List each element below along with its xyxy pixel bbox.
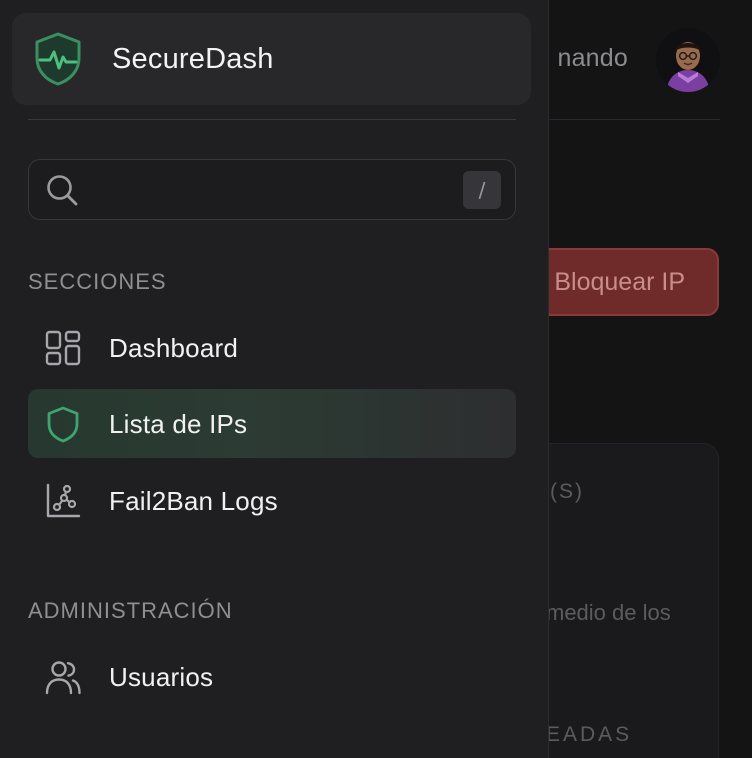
chart-logs-icon bbox=[46, 483, 81, 518]
brand-name: SecureDash bbox=[112, 43, 274, 75]
avatar-image bbox=[656, 28, 720, 92]
sidebar-item-dashboard[interactable]: Dashboard bbox=[28, 313, 516, 382]
section-title-administracion: ADMINISTRACIÓN bbox=[28, 598, 233, 623]
stats-card-label: (S) bbox=[550, 480, 584, 503]
sidebar-item-lista-de-ips[interactable]: Lista de IPs bbox=[28, 389, 516, 458]
sidebar-drawer: SecureDash / SECCIONES Dashboard Lista d… bbox=[0, 0, 549, 758]
users-icon bbox=[45, 661, 81, 695]
shield-icon bbox=[47, 406, 79, 443]
header-divider bbox=[530, 119, 720, 120]
sidebar-item-label: Fail2Ban Logs bbox=[109, 486, 278, 516]
shield-heartbeat-icon bbox=[35, 32, 81, 86]
dashboard-grid-icon bbox=[45, 330, 81, 366]
sidebar-item-label: Lista de IPs bbox=[109, 409, 248, 439]
sidebar-item-usuarios[interactable]: Usuarios bbox=[28, 642, 516, 711]
search-input[interactable] bbox=[93, 172, 473, 208]
search-box[interactable]: / bbox=[28, 159, 516, 220]
sidebar-item-fail2ban-logs[interactable]: Fail2Ban Logs bbox=[28, 466, 516, 535]
sidebar-item-label: Usuarios bbox=[109, 662, 214, 692]
brand-header[interactable]: SecureDash bbox=[12, 13, 531, 105]
sidebar-item-label: Dashboard bbox=[109, 333, 238, 363]
search-shortcut-key: / bbox=[463, 171, 501, 209]
sidebar-divider bbox=[28, 119, 516, 120]
section-title-secciones: SECCIONES bbox=[28, 269, 167, 294]
search-icon bbox=[47, 175, 78, 206]
avatar[interactable] bbox=[656, 28, 720, 92]
stats-card-footer: EADAS bbox=[546, 723, 633, 746]
stats-card-description: medio de los bbox=[546, 600, 671, 625]
